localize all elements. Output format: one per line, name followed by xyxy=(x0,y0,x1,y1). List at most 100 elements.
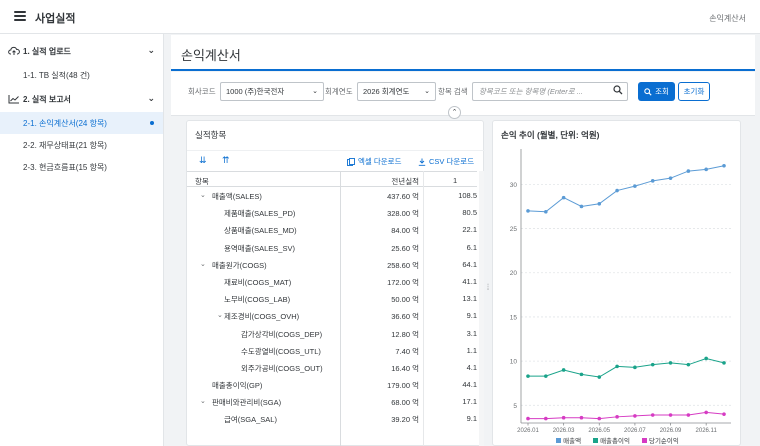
data-point[interactable] xyxy=(615,364,619,369)
data-point[interactable] xyxy=(544,209,548,214)
csv-download-label: CSV 다운로드 xyxy=(429,157,475,166)
collapse-filter-chevron-up-icon[interactable]: ⌃ xyxy=(448,106,461,119)
data-point[interactable] xyxy=(579,372,584,377)
table-row[interactable]: ⌄ 제조경비(COGS_OVH) 36.60 억 9.1 xyxy=(187,307,477,324)
row-current-value: 17.1 xyxy=(462,397,477,407)
search-icon[interactable] xyxy=(613,85,623,95)
data-point[interactable] xyxy=(722,361,726,365)
column-header-prev-year[interactable]: 전년실적 xyxy=(341,176,419,187)
sidebar-item-balance-sheet[interactable]: 2-2. 재무상태표(21 항목) xyxy=(0,134,163,156)
table-row[interactable]: 제품매출(SALES_PD) 328.00 억 80.5 xyxy=(187,204,477,221)
row-item-name: 용역매출(SALES_SV) xyxy=(224,243,295,253)
row-current-value: 22.1 xyxy=(462,225,477,235)
data-point[interactable] xyxy=(668,176,673,180)
row-expand-chevron-icon[interactable]: ⌄ xyxy=(200,260,206,268)
company-code-select[interactable]: 1000 (주)한국전자 ⌄ xyxy=(220,82,324,101)
sidebar-item-label: 2-3. 현금흐름표(15 항목) xyxy=(23,162,107,172)
y-tick-label: 25 xyxy=(510,226,518,233)
data-point[interactable] xyxy=(650,179,655,183)
y-tick-label: 10 xyxy=(510,359,518,366)
excel-download-button[interactable]: 엑셀 다운로드 xyxy=(347,156,401,167)
data-point[interactable] xyxy=(668,361,673,365)
sidebar-group-upload[interactable]: 1. 실적 업로드 ⌄ xyxy=(0,38,163,64)
data-point[interactable] xyxy=(597,202,602,206)
column-header-current[interactable]: 1 xyxy=(453,176,457,185)
table-row[interactable]: ⌄ 매출액(SALES) 437.60 억 108.5 xyxy=(187,187,477,204)
chevron-down-icon: ⌄ xyxy=(424,88,430,95)
table-scrollbar[interactable] xyxy=(479,171,484,446)
table-row[interactable]: 수도광열비(COGS_UTL) 7.40 억 1.1 xyxy=(187,342,477,359)
page-header: 손익계산서 xyxy=(171,35,755,71)
table-row[interactable]: 매출총이익(GP) 179.00 억 44.1 xyxy=(187,376,477,393)
data-point[interactable] xyxy=(722,163,726,168)
row-prev-year-value: 39.20 억 xyxy=(391,415,419,425)
data-point[interactable] xyxy=(686,413,691,417)
data-point[interactable] xyxy=(615,188,619,193)
data-point[interactable] xyxy=(686,362,691,367)
item-search-input[interactable]: 항목코드 또는 항목명 (Enter로 ... xyxy=(472,82,628,101)
row-expand-chevron-icon[interactable]: ⌄ xyxy=(217,311,223,319)
data-point[interactable] xyxy=(633,414,637,418)
sidebar-item-income-statement[interactable]: 2-1. 손익계산서(24 항목) xyxy=(0,112,163,134)
table-row[interactable]: 외주가공비(COGS_OUT) 16.40 억 4.1 xyxy=(187,359,477,376)
fiscal-year-select[interactable]: 2026 회계연도 ⌄ xyxy=(357,82,436,101)
data-point[interactable] xyxy=(615,415,619,419)
data-point[interactable] xyxy=(704,356,708,361)
table-row[interactable]: 상품매출(SALES_MD) 84.00 억 22.1 xyxy=(187,221,477,238)
cloud-upload-icon xyxy=(8,46,20,55)
row-expand-chevron-icon[interactable]: ⌄ xyxy=(200,191,206,199)
data-point[interactable] xyxy=(704,167,708,172)
chevron-down-icon[interactable]: ⌄ xyxy=(147,45,155,56)
table-header: 항목 전년실적 1 xyxy=(187,171,477,187)
data-point[interactable] xyxy=(526,209,530,213)
data-point[interactable] xyxy=(650,362,655,367)
row-expand-chevron-icon[interactable]: ⌄ xyxy=(200,397,206,405)
data-point[interactable] xyxy=(579,204,584,209)
data-point[interactable] xyxy=(704,410,708,415)
data-point[interactable] xyxy=(650,413,655,417)
data-point[interactable] xyxy=(668,413,673,417)
row-item-name: 판매비와관리비(SGA) xyxy=(212,398,282,408)
collapse-all-icon[interactable]: ⇈ xyxy=(222,155,230,166)
table-row[interactable]: ⌄ 판매비와관리비(SGA) 68.00 억 17.1 xyxy=(187,393,477,410)
data-point[interactable] xyxy=(526,374,530,378)
data-point[interactable] xyxy=(597,416,602,421)
row-prev-year-value: 437.60 억 xyxy=(387,192,419,201)
chevron-down-icon[interactable]: ⌄ xyxy=(147,93,155,104)
row-current-value: 4.1 xyxy=(466,362,477,372)
sidebar-item-cash-flow[interactable]: 2-3. 현금흐름표(15 항목) xyxy=(0,156,163,178)
trend-chart-icon xyxy=(8,95,19,104)
trend-chart-panel: 손익 추이 (월별, 단위: 억원) 5 10 15 20 25 30 2026.01 202… xyxy=(492,120,741,446)
data-point[interactable] xyxy=(633,365,637,370)
legend-item[interactable]: 매출총이익 xyxy=(593,435,630,445)
search-button[interactable]: 조회 xyxy=(638,82,675,101)
data-point[interactable] xyxy=(686,169,691,173)
data-point[interactable] xyxy=(561,195,566,200)
data-point[interactable] xyxy=(597,375,602,379)
reset-button[interactable]: 초기화 xyxy=(678,82,710,101)
row-current-value: 9.1 xyxy=(466,311,477,321)
expand-all-icon[interactable]: ⇊ xyxy=(199,155,207,166)
table-row[interactable]: ⌄ 매출원가(COGS) 258.60 억 64.1 xyxy=(187,256,477,273)
sidebar-group-report[interactable]: 2. 실적 보고서 ⌄ xyxy=(0,86,163,112)
csv-download-button[interactable]: CSV 다운로드 xyxy=(418,156,474,167)
table-row[interactable]: 노무비(COGS_LAB) 50.00 억 13.1 xyxy=(187,290,477,307)
legend-item[interactable]: 매출액 xyxy=(556,435,581,445)
data-point[interactable] xyxy=(561,415,566,420)
table-row[interactable]: 재료비(COGS_MAT) 172.00 억 41.1 xyxy=(187,273,477,290)
data-point[interactable] xyxy=(544,416,548,421)
data-point[interactable] xyxy=(633,184,637,188)
data-point[interactable] xyxy=(579,415,584,420)
data-point[interactable] xyxy=(544,374,548,378)
column-header-item[interactable]: 항목 xyxy=(195,176,209,187)
table-row[interactable]: 용역매출(SALES_SV) 25.60 억 6.1 xyxy=(187,239,477,256)
table-row[interactable]: 감가상각비(COGS_DEP) 12.80 억 3.1 xyxy=(187,325,477,342)
data-point[interactable] xyxy=(561,368,566,372)
legend-item[interactable]: 당기순이익 xyxy=(641,435,679,445)
panel-splitter-handle[interactable]: ⦙ xyxy=(487,282,489,293)
data-point[interactable] xyxy=(722,412,726,416)
table-row[interactable]: 급여(SGA_SAL) 39.20 억 9.1 xyxy=(187,410,477,427)
hamburger-menu-icon[interactable] xyxy=(14,11,26,21)
sidebar-item-tb[interactable]: 1-1. TB 실적(48 건) xyxy=(0,64,163,86)
data-point[interactable] xyxy=(526,416,530,421)
